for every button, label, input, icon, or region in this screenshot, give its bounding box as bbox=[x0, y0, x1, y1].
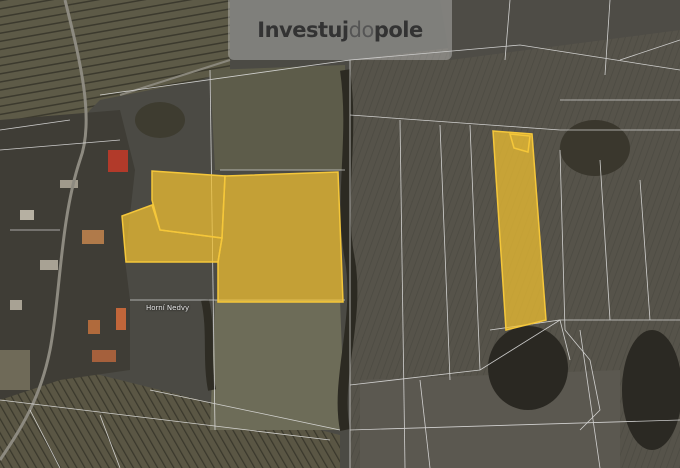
parcel-central bbox=[217, 171, 344, 303]
watermark-part2: do bbox=[348, 18, 375, 42]
map-imagery bbox=[0, 0, 680, 468]
village-name-label: Horní Nedvy bbox=[146, 304, 190, 312]
village-area bbox=[0, 110, 135, 400]
aerial-cadastral-map[interactable]: Investuj do pole Horní Nedvy bbox=[0, 0, 680, 468]
investujdopole-watermark: Investuj do pole bbox=[228, 0, 452, 60]
watermark-part3: pole bbox=[373, 18, 423, 42]
watermark-part1: Investuj bbox=[257, 18, 349, 42]
parcel-west-upper bbox=[151, 170, 226, 239]
